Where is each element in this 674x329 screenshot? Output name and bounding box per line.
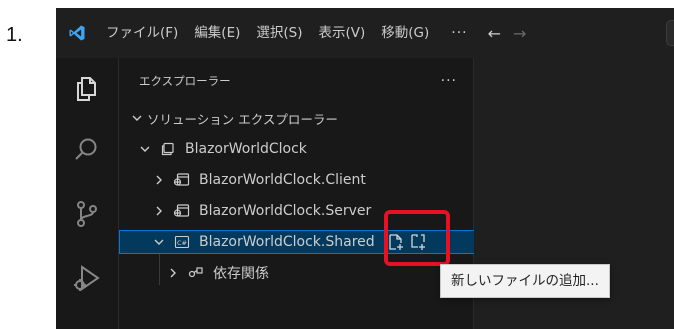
command-center-input[interactable] [666,20,674,46]
vscode-logo-icon [56,8,98,58]
tooltip: 新しいファイルの追加... [440,264,610,298]
chevron-right-icon [151,205,167,217]
step-number: 1. [6,24,23,46]
chevron-right-icon [165,267,181,279]
tree-item-label: BlazorWorldClock.Shared [199,234,375,250]
sidebar-title: エクスプローラー [139,74,231,88]
explorer-sidebar: エクスプローラー ··· ソリューション エクスプローラー BlazorWorl… [118,58,475,329]
menu-more-button[interactable]: ··· [437,25,481,41]
menu-file[interactable]: ファイル(F) [98,20,186,46]
chevron-right-icon [151,174,167,186]
sidebar-more-button[interactable]: ··· [441,73,457,89]
forward-arrow-icon[interactable]: → [507,24,532,43]
run-debug-icon[interactable] [56,248,118,308]
activity-bar [56,58,118,329]
tree-item-label: BlazorWorldClock [185,141,307,157]
menu-selection[interactable]: 選択(S) [248,20,310,46]
dependencies-icon [187,266,205,280]
tree-item-label: BlazorWorldClock.Client [199,172,366,188]
section-label: ソリューション エクスプローラー [147,111,338,127]
chevron-down-icon [151,236,167,248]
indent-guide [159,254,160,285]
vscode-window: ファイル(F) 編集(E) 選択(S) 表示(V) 移動(G) ··· ← → [56,8,674,329]
svg-text:C#: C# [177,239,187,247]
tree-item-solution[interactable]: BlazorWorldClock [119,137,475,161]
menu-bar: ファイル(F) 編集(E) 選択(S) 表示(V) 移動(G) ··· ← → [98,8,532,58]
source-control-icon[interactable] [56,184,118,244]
title-bar: ファイル(F) 編集(E) 選択(S) 表示(V) 移動(G) ··· ← → [56,8,674,58]
search-icon[interactable] [56,120,118,180]
explorer-icon[interactable] [56,58,118,118]
project-icon [173,204,191,218]
tree-item-label: 依存関係 [213,266,269,282]
tree-item-label: BlazorWorldClock.Server [199,203,372,219]
menu-go[interactable]: 移動(G) [373,20,437,46]
back-arrow-icon[interactable]: ← [482,24,507,43]
chevron-down-icon [137,143,153,155]
chevron-down-icon [129,112,145,124]
highlight-annotation [384,210,450,266]
project-icon [173,173,191,187]
sidebar-header: エクスプローラー ··· [119,70,475,92]
tree-item-client[interactable]: BlazorWorldClock.Client [119,168,475,192]
section-solution-explorer[interactable]: ソリューション エクスプローラー [119,106,475,130]
menu-view[interactable]: 表示(V) [311,20,374,46]
solution-icon [159,142,177,156]
csharp-project-icon: C# [173,235,191,249]
menu-edit[interactable]: 編集(E) [186,20,248,46]
